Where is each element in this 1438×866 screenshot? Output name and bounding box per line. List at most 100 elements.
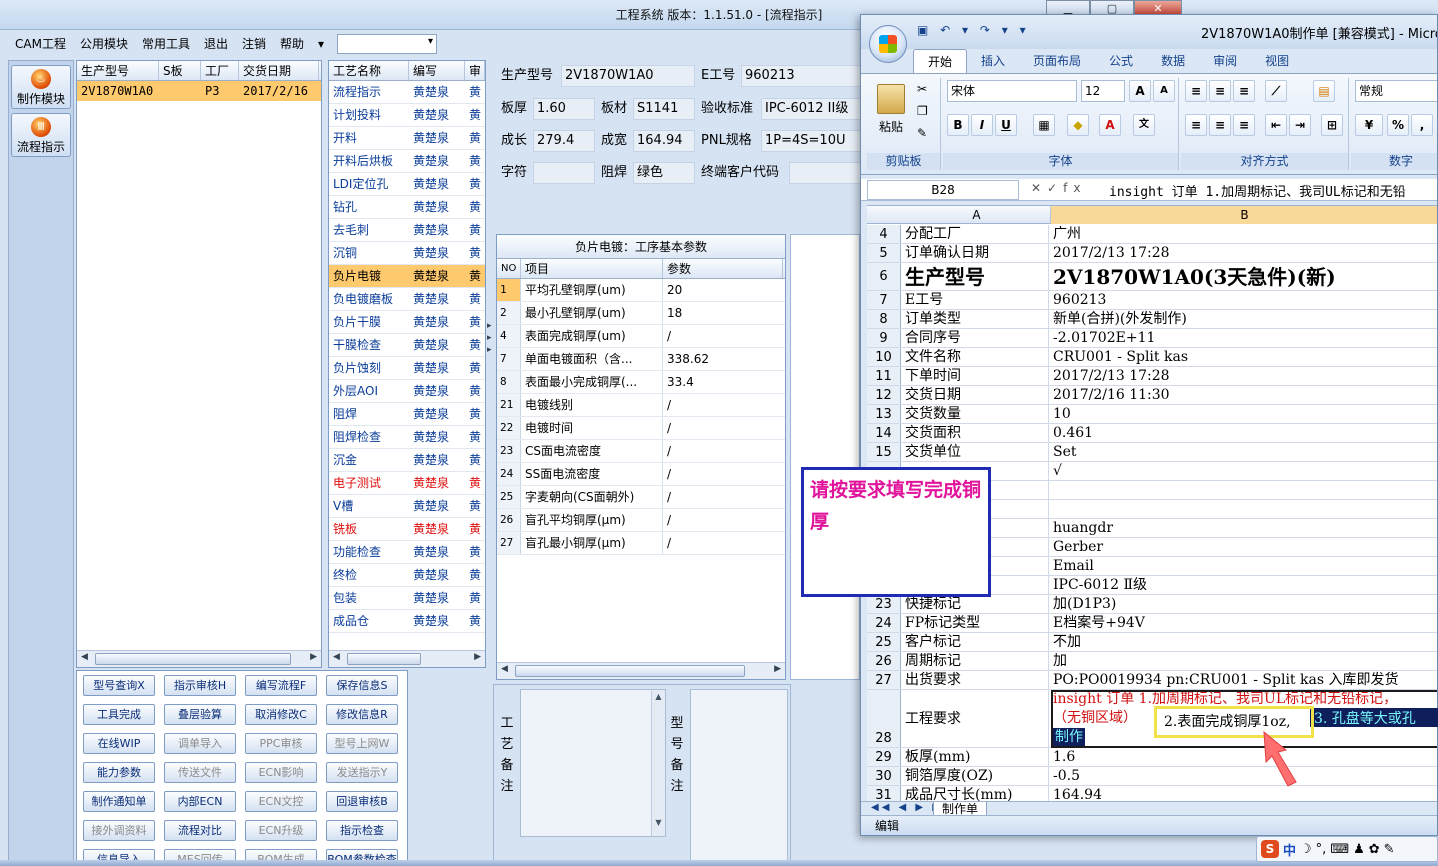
process-row[interactable]: 电子测试 黄楚泉 黄 <box>329 472 485 495</box>
col-factory[interactable]: 工厂 <box>201 61 239 80</box>
cell-a[interactable]: 交货面积 <box>903 424 1049 443</box>
phonetic-icon[interactable]: 文 <box>1133 114 1155 136</box>
formula-controls-icon[interactable]: ✕✓fx <box>1031 181 1086 195</box>
module-flow-button[interactable]: Ⅲ 流程指示 <box>11 113 71 157</box>
border-icon[interactable]: ▦ <box>1033 114 1055 136</box>
length-field[interactable]: 279.4 <box>533 130 595 152</box>
wrap-text-icon[interactable]: ▤ <box>1313 80 1335 102</box>
cell-a[interactable]: 客户标记 <box>903 633 1049 652</box>
row-number[interactable]: 10 <box>867 348 901 366</box>
standard-field[interactable]: IPC-6012 II级 <box>761 98 863 120</box>
cell-b[interactable]: -0.5 <box>1051 767 1437 786</box>
process-row[interactable]: 负片电镀 黄楚泉 黄 <box>329 265 485 288</box>
process-row[interactable]: 阻焊检查 黄楚泉 黄 <box>329 426 485 449</box>
col-item[interactable]: 项目 <box>521 259 663 278</box>
row-number[interactable]: 23 <box>867 595 901 613</box>
sheet-row[interactable]: 4 分配工厂 广州 <box>867 225 1437 244</box>
process-row[interactable]: 流程指示 黄楚泉 黄 <box>329 81 485 104</box>
scroll-right-icon[interactable]: ▶ <box>310 652 317 662</box>
align-left-icon[interactable]: ≡ <box>1185 114 1207 136</box>
align-right-icon[interactable]: ≡ <box>1233 114 1255 136</box>
cell-b[interactable]: √ <box>1051 462 1437 481</box>
row-number[interactable]: 24 <box>867 614 901 632</box>
cell-b[interactable]: 2017/2/13 17:28 <box>1051 367 1437 386</box>
process-row[interactable]: 干膜检查 黄楚泉 黄 <box>329 334 485 357</box>
menu-exit[interactable]: 退出 <box>197 33 235 55</box>
comma-icon[interactable]: , <box>1411 114 1433 136</box>
copy-icon[interactable]: ❐ <box>917 104 928 118</box>
action-button[interactable]: PPC审核 <box>245 733 317 754</box>
shrink-font-icon[interactable]: A <box>1153 80 1175 102</box>
menu-logout[interactable]: 注销 <box>235 33 273 55</box>
sheet-row[interactable]: 23 快捷标记 加(D1P3) <box>867 595 1437 614</box>
order-grid-hscroll[interactable]: ◀ ▶ <box>77 650 321 667</box>
cell-b[interactable]: 新单(合拼)(外发制作) <box>1051 310 1437 329</box>
process-row[interactable]: 包装 黄楚泉 黄 <box>329 587 485 610</box>
param-row[interactable]: 24 SS面电流密度 / <box>497 463 785 486</box>
row-number[interactable]: 14 <box>867 424 901 442</box>
model-note-box[interactable] <box>690 689 788 865</box>
grow-font-icon[interactable]: A <box>1129 80 1151 102</box>
menu-help[interactable]: 帮助 <box>273 33 311 55</box>
sheet-row[interactable]: 30 铜箔厚度(OZ) -0.5 <box>867 767 1437 786</box>
ime-skin-icon[interactable]: ✿ <box>1369 842 1380 857</box>
cell-b[interactable]: IPC-6012 Ⅱ级 <box>1051 576 1437 595</box>
cell-b[interactable]: CRU001 - Split kas <box>1051 348 1437 367</box>
cell-b[interactable]: -2.01702E+11 <box>1051 329 1437 348</box>
param-row[interactable]: 7 单面电镀面积（含... 338.62 <box>497 348 785 371</box>
col-s-board[interactable]: S板 <box>159 61 201 80</box>
cell-a[interactable]: 铜箔厚度(OZ) <box>903 767 1049 786</box>
cell-b[interactable]: 2017/2/13 17:28 <box>1051 244 1437 263</box>
action-button[interactable]: 叠层验算 <box>164 704 236 725</box>
row-number[interactable]: 9 <box>867 329 901 347</box>
process-row[interactable]: 去毛刺 黄楚泉 黄 <box>329 219 485 242</box>
row-number[interactable]: 11 <box>867 367 901 385</box>
pnl-field[interactable]: 1P=4S=10U <box>761 130 863 152</box>
param-row[interactable]: 25 字麦朝向(CS面朝外) / <box>497 486 785 509</box>
cell-b[interactable]: 164.94 <box>1051 786 1437 801</box>
process-row[interactable]: LDI定位孔 黄楚泉 黄 <box>329 173 485 196</box>
cell-b[interactable]: 加 <box>1051 652 1437 671</box>
align-center-icon[interactable]: ≡ <box>1209 114 1231 136</box>
ime-user-icon[interactable]: ♟ <box>1353 842 1365 857</box>
cell-b[interactable]: E档案号+94V <box>1051 614 1437 633</box>
col-value[interactable]: 参数 <box>663 259 783 278</box>
sheet-row[interactable]: 29 板厚(mm) 1.6 <box>867 748 1437 767</box>
menu-overflow-icon[interactable]: ▾ <box>311 33 331 55</box>
row-number[interactable]: 31 <box>867 786 901 801</box>
cell-b[interactable] <box>1051 500 1437 519</box>
param-row[interactable]: 27 盲孔最小铜厚(μm) / <box>497 532 785 555</box>
col-reviewer[interactable]: 审 <box>465 61 485 80</box>
percent-icon[interactable]: % <box>1387 114 1409 136</box>
cell-b[interactable]: 960213 <box>1051 291 1437 310</box>
ime-settings-icon[interactable]: ✎ <box>1384 842 1395 857</box>
process-row[interactable]: 负电镀磨板 黄楚泉 黄 <box>329 288 485 311</box>
font-color-icon[interactable]: A <box>1099 114 1121 136</box>
cell-a[interactable]: 下单时间 <box>903 367 1049 386</box>
cell-a[interactable]: 文件名称 <box>903 348 1049 367</box>
sheet-row[interactable]: 24 FP标记类型 E档案号+94V <box>867 614 1437 633</box>
menu-combo-box[interactable] <box>337 34 438 54</box>
char-field[interactable] <box>533 162 595 184</box>
cell-a[interactable]: 出货要求 <box>903 671 1049 690</box>
sheet-row[interactable]: 11 下单时间 2017/2/13 17:28 <box>867 367 1437 386</box>
process-row[interactable]: 铣板 黄楚泉 黄 <box>329 518 485 541</box>
bold-icon[interactable]: B <box>947 114 969 136</box>
action-button[interactable]: 工具完成 <box>83 704 155 725</box>
cell-a[interactable]: 订单类型 <box>903 310 1049 329</box>
col-header-a[interactable]: A <box>903 206 1051 224</box>
align-middle-icon[interactable]: ≡ <box>1209 80 1231 102</box>
cell-b[interactable]: Set <box>1051 443 1437 462</box>
cell-b[interactable]: PO:PO0019934 pn:CRU001 - Split kas 入库即发货 <box>1051 671 1437 690</box>
merge-icon[interactable]: ⊞ <box>1321 114 1343 136</box>
tab-view[interactable]: 视图 <box>1251 49 1303 73</box>
cell-b[interactable]: Gerber <box>1051 538 1437 557</box>
row-number[interactable]: 13 <box>867 405 901 423</box>
process-row[interactable]: 外层AOI 黄楚泉 黄 <box>329 380 485 403</box>
sheet-row[interactable]: 15 交货单位 Set <box>867 443 1437 462</box>
cell-a[interactable]: FP标记类型 <box>903 614 1049 633</box>
scroll-left-icon[interactable]: ◀ <box>333 652 340 662</box>
action-button[interactable]: 传送文件 <box>164 762 236 783</box>
office-button[interactable] <box>869 25 907 63</box>
tab-data[interactable]: 数据 <box>1147 49 1199 73</box>
